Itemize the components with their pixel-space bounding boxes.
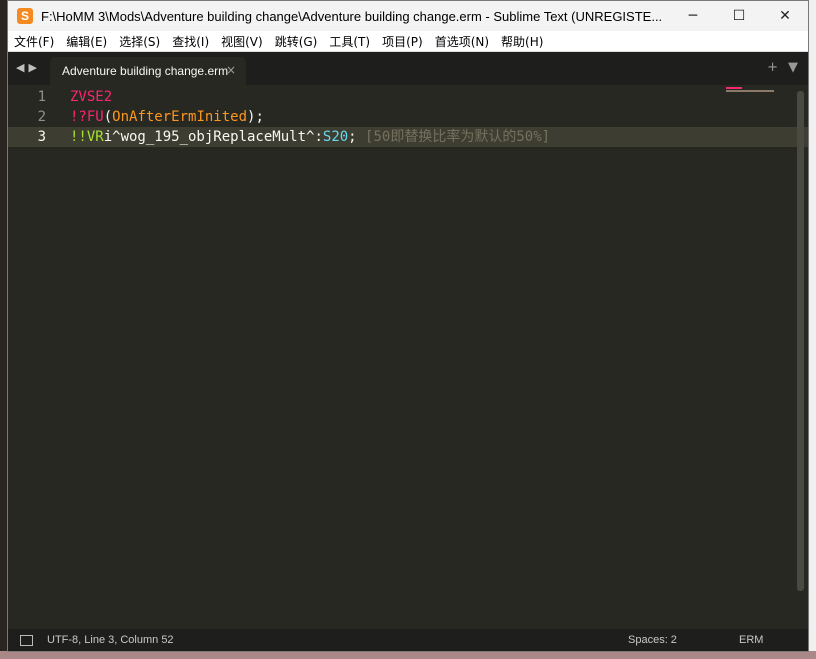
code-text: !!VRi^wog_195_objReplaceMult^:S20; [50即替… bbox=[70, 127, 550, 147]
menu-view[interactable]: 视图(V) bbox=[215, 33, 269, 50]
token-receiver: !! bbox=[70, 129, 87, 145]
token-paren: ( bbox=[103, 109, 113, 125]
status-indentation[interactable]: Spaces: 2 bbox=[628, 634, 677, 646]
menu-project[interactable]: 项目(P) bbox=[376, 33, 429, 50]
code-line-3: 3 !!VRi^wog_195_objReplaceMult^:S20; [50… bbox=[8, 127, 808, 147]
sublime-window: S F:\HoMM 3\Mods\Adventure building chan… bbox=[7, 0, 809, 652]
code-line-2: 2 !?FU(OnAfterErmInited); bbox=[8, 107, 808, 127]
menu-find[interactable]: 查找(I) bbox=[166, 33, 215, 50]
minimize-button[interactable]: ─ bbox=[670, 1, 716, 31]
panel-toggle-icon[interactable] bbox=[20, 634, 33, 646]
menu-bar: 文件(F) 编辑(E) 选择(S) 查找(I) 视图(V) 跳转(G) 工具(T… bbox=[8, 31, 808, 52]
tab-close-icon[interactable]: × bbox=[226, 63, 236, 77]
token-vr: VR bbox=[86, 129, 104, 145]
tab-nav: ◀ ▶ bbox=[16, 61, 37, 74]
status-bar: UTF-8, Line 3, Column 52 Spaces: 2 ERM bbox=[8, 629, 808, 651]
token-trigger: !? bbox=[70, 109, 87, 125]
status-position[interactable]: UTF-8, Line 3, Column 52 bbox=[47, 634, 174, 646]
desktop-background-bottom bbox=[0, 651, 816, 659]
token-comment: [50即替换比率为默认的50%] bbox=[365, 129, 551, 145]
code-text: ZVSE2 bbox=[70, 87, 112, 107]
title-bar[interactable]: S F:\HoMM 3\Mods\Adventure building chan… bbox=[8, 1, 808, 31]
window-title: F:\HoMM 3\Mods\Adventure building change… bbox=[41, 8, 663, 24]
tab-label: Adventure building change.erm bbox=[62, 64, 229, 78]
status-syntax[interactable]: ERM bbox=[739, 634, 763, 646]
token-argument: OnAfterErmInited bbox=[112, 109, 248, 125]
menu-selection[interactable]: 选择(S) bbox=[113, 33, 166, 50]
code-text: !?FU(OnAfterErmInited); bbox=[70, 107, 264, 127]
new-tab-icon[interactable]: + bbox=[767, 60, 778, 75]
code-editor[interactable]: 1 ZVSE2 2 !?FU(OnAfterErmInited); 3 !!VR… bbox=[8, 85, 808, 629]
maximize-button[interactable]: ☐ bbox=[716, 1, 762, 31]
menu-file[interactable]: 文件(F) bbox=[8, 33, 60, 50]
line-number: 1 bbox=[37, 89, 46, 105]
token-semicolon: ; bbox=[255, 109, 264, 125]
menu-tools[interactable]: 工具(T) bbox=[323, 33, 376, 50]
tab-nav-left-icon[interactable]: ◀ bbox=[16, 61, 24, 74]
token-number: 20 bbox=[331, 129, 349, 145]
tab-actions: + ▼ bbox=[767, 60, 798, 75]
menu-help[interactable]: 帮助(H) bbox=[495, 33, 549, 50]
window-controls: ─ ☐ ✕ bbox=[670, 1, 808, 31]
line-number: 2 bbox=[37, 109, 46, 125]
token-colon: : bbox=[314, 129, 323, 145]
tab-nav-right-icon[interactable]: ▶ bbox=[28, 61, 36, 74]
token-header: ZVSE2 bbox=[70, 89, 113, 105]
menu-preferences[interactable]: 首选项(N) bbox=[429, 33, 495, 50]
tab-bar: ◀ ▶ Adventure building change.erm × + ▼ bbox=[8, 52, 808, 85]
tab-active-file[interactable]: Adventure building change.erm × bbox=[50, 57, 246, 85]
sublime-app-icon: S bbox=[17, 8, 33, 24]
menu-edit[interactable]: 编辑(E) bbox=[60, 33, 113, 50]
line-number: 3 bbox=[37, 129, 46, 145]
code-line-1: 1 ZVSE2 bbox=[8, 87, 808, 107]
token-fu: FU bbox=[86, 109, 104, 125]
close-button[interactable]: ✕ bbox=[762, 1, 808, 31]
token-semicolon: ; bbox=[348, 129, 357, 145]
token-variable: i^wog_195_objReplaceMult^ bbox=[103, 129, 315, 145]
desktop-background-right bbox=[808, 0, 816, 659]
menu-goto[interactable]: 跳转(G) bbox=[269, 33, 324, 50]
tab-menu-icon[interactable]: ▼ bbox=[788, 60, 798, 75]
vertical-scrollbar[interactable] bbox=[797, 91, 804, 591]
